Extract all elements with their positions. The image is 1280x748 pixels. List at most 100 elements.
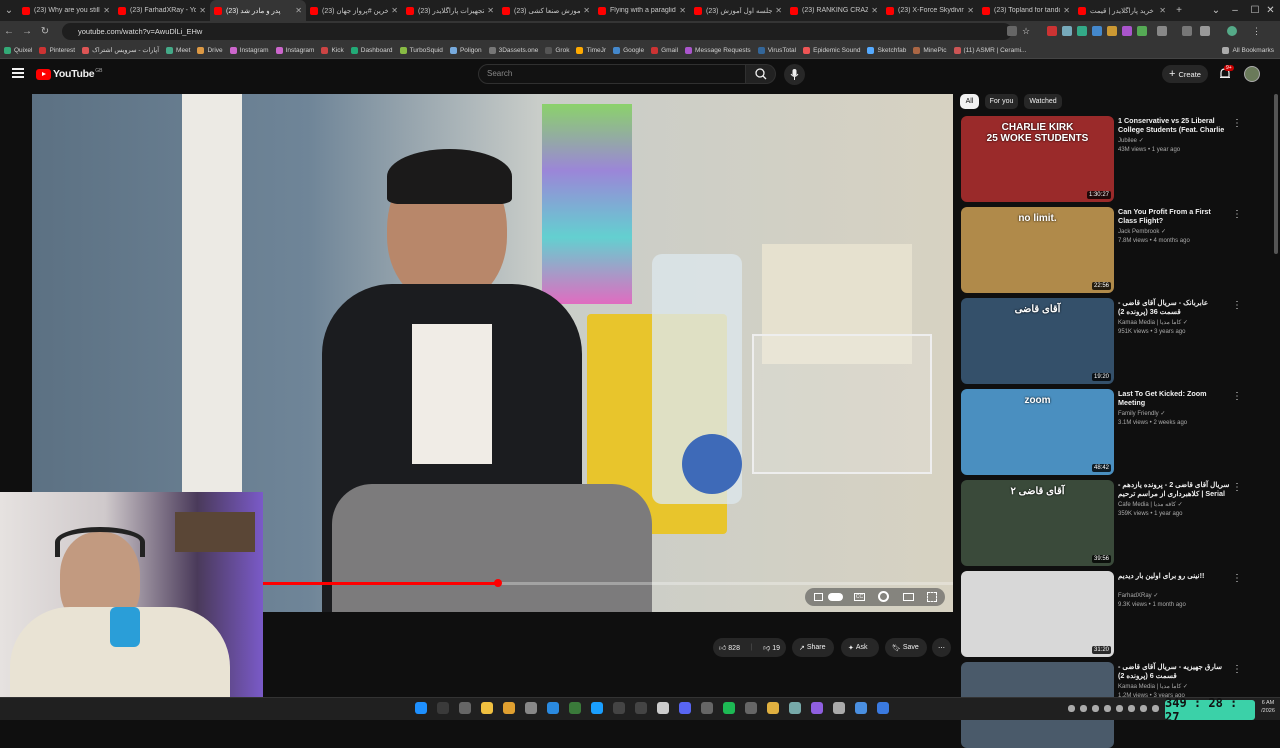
file-explorer-icon[interactable] (481, 702, 493, 714)
extension-icon[interactable] (1047, 26, 1057, 36)
more-vert-icon[interactable]: ⋮ (1232, 664, 1242, 675)
save-button[interactable]: 🔖︎ Save (885, 638, 927, 657)
sidepanel-icon[interactable] (1182, 26, 1192, 36)
browser-tab[interactable]: (23) RANKING CRAZI ✕ (786, 0, 882, 21)
autoplay-toggle[interactable] (828, 593, 843, 601)
video-thumbnail[interactable]: آقای قاضی 19:20 (961, 298, 1114, 384)
search-icon[interactable] (437, 702, 449, 714)
close-tab-icon[interactable]: ✕ (871, 6, 878, 15)
chrome-icon[interactable] (547, 702, 559, 714)
scrollbar[interactable] (1274, 94, 1278, 254)
tray-icon[interactable] (1068, 705, 1075, 712)
close-tab-icon[interactable]: ✕ (487, 6, 494, 15)
search-input[interactable]: Search (478, 64, 746, 84)
app-icon[interactable] (745, 702, 757, 714)
video-thumbnail[interactable]: آقای قاضی ۲ 39:56 (961, 480, 1114, 566)
vlc-icon[interactable] (767, 702, 779, 714)
bookmark-item[interactable]: Quixel (4, 46, 32, 54)
video-thumbnail[interactable]: no limit. 22:56 (961, 207, 1114, 293)
close-tab-icon[interactable]: ✕ (199, 6, 206, 15)
bookmark-item[interactable]: Grok (545, 46, 569, 54)
recommendation-item[interactable]: no limit. 22:56 Can You Profit From a Firs… (960, 207, 1270, 293)
recommendation-item[interactable]: آقای قاضی 19:20 عابربانک - سریال آقای قاضی… (960, 298, 1270, 384)
voice-search-button[interactable] (784, 64, 805, 85)
channel-name[interactable]: Cafe Media | کافه مدیا ✓ (1118, 501, 1238, 508)
video-title[interactable]: Last To Get Kicked: Zoom Meeting (1118, 389, 1230, 407)
extension-icon[interactable] (1092, 26, 1102, 36)
more-actions-button[interactable]: ⋯ (932, 638, 951, 657)
tray-icon[interactable] (1128, 705, 1135, 712)
close-tab-icon[interactable]: ✕ (583, 6, 590, 15)
app-icon[interactable] (811, 702, 823, 714)
bookmark-item[interactable]: Poligon (449, 46, 482, 54)
bookmark-item[interactable]: VirusTotal (757, 46, 796, 54)
recommendation-item[interactable]: 31:20 نینی رو برای اولین بار دیدیم!! Farha… (960, 571, 1270, 657)
browser-tab[interactable]: (23) X-Force Skydivin ✕ (882, 0, 978, 21)
close-tab-icon[interactable]: ✕ (391, 6, 398, 15)
bookmark-item[interactable]: Epidemic Sound (803, 46, 860, 54)
video-title[interactable]: سریال آقای قاضی 2 - پرونده یازدهم - کلاه… (1118, 480, 1230, 500)
theater-mode-icon[interactable] (903, 593, 914, 601)
bookmark-item[interactable]: Instagram (229, 46, 269, 54)
start-icon[interactable] (415, 702, 427, 714)
forward-icon[interactable]: → (18, 21, 36, 42)
app-icon[interactable] (525, 702, 537, 714)
channel-name[interactable]: FarhadXRay ✓ (1118, 592, 1238, 599)
chip-watched[interactable]: Watched (1024, 94, 1062, 109)
bookmark-item[interactable]: Pinterest (39, 46, 75, 54)
discord-icon[interactable] (679, 702, 691, 714)
task-view-icon[interactable] (459, 702, 471, 714)
channel-name[interactable]: Family Friendly ✓ (1118, 410, 1238, 417)
back-icon[interactable]: ← (0, 21, 18, 42)
tray-icon[interactable] (1152, 705, 1159, 712)
dislike-button[interactable]: 👎︎ 19 (763, 643, 780, 652)
browser-tab[interactable]: (23) آخرین #پرواز جهان ✕ (306, 0, 402, 21)
video-title[interactable]: 1 Conservative vs 25 Liberal College Stu… (1118, 116, 1230, 136)
browser-tab[interactable]: (23) FarhadXRay - You ✕ (114, 0, 210, 21)
settings-gear-icon[interactable] (878, 591, 889, 602)
url-field[interactable]: youtube.com/watch?v=AwuDlLi_EHw (62, 23, 1012, 40)
extension-icon[interactable] (1137, 26, 1147, 36)
video-title[interactable]: Can You Profit From a First Class Flight… (1118, 207, 1230, 225)
miniplayer-icon[interactable] (814, 593, 823, 601)
extensions-puzzle-icon[interactable] (1157, 26, 1167, 36)
browser-tab[interactable]: خرید پاراگلایدر | قیمت ✕ (1074, 0, 1170, 21)
app-icon[interactable] (789, 702, 801, 714)
close-tab-icon[interactable]: ✕ (775, 6, 782, 15)
close-tab-icon[interactable]: ✕ (679, 6, 686, 15)
bookmark-item[interactable]: Drive (197, 46, 223, 54)
bookmark-item[interactable]: Message Requests (685, 46, 751, 54)
reload-icon[interactable]: ↻ (36, 21, 54, 42)
extension-icon[interactable] (1077, 26, 1087, 36)
channel-name[interactable]: Jack Pembrook ✓ (1118, 228, 1238, 235)
app-icon[interactable] (877, 702, 889, 714)
video-title[interactable]: سارق جهیزیه - سریال آقای قاضی - قسمت 6 (… (1118, 662, 1230, 680)
bookmark-item[interactable]: Meet (166, 46, 190, 54)
app-icon[interactable] (569, 702, 581, 714)
video-thumbnail[interactable]: zoom 48:42 (961, 389, 1114, 475)
ask-button[interactable]: ✦ Ask (841, 638, 879, 657)
bookmark-item[interactable]: Sketchfab (867, 46, 906, 54)
like-button[interactable]: 👍︎ 828 (719, 643, 740, 652)
github-icon[interactable] (635, 702, 647, 714)
progress-scrubber[interactable] (493, 579, 502, 587)
app-icon[interactable] (591, 702, 603, 714)
settings-icon[interactable] (701, 702, 713, 714)
extension-icon[interactable] (1122, 26, 1132, 36)
chip-all[interactable]: All (960, 94, 979, 109)
bookmark-item[interactable]: Kick (321, 46, 344, 54)
more-vert-icon[interactable]: ⋮ (1232, 482, 1242, 493)
recommendation-item[interactable]: CHARLIE KIRK 25 WOKE STUDENTS 1:30:27 1 Co… (960, 116, 1270, 202)
close-tab-icon[interactable]: ✕ (1159, 6, 1166, 15)
more-vert-icon[interactable]: ⋮ (1232, 300, 1242, 311)
tray-icon[interactable] (1104, 705, 1111, 712)
tray-icon[interactable] (1116, 705, 1123, 712)
fullscreen-icon[interactable] (927, 592, 937, 602)
profile-icon[interactable] (1227, 26, 1237, 36)
channel-name[interactable]: Kamaa Media | کاما مدیا ✓ (1118, 319, 1238, 326)
bookmark-item[interactable]: Google (613, 46, 644, 54)
browser-tab[interactable]: (23) آموزش صنعا کشی ✕ (498, 0, 594, 21)
captions-icon[interactable]: CC (854, 593, 865, 601)
steam-icon[interactable] (613, 702, 625, 714)
extension-icon[interactable] (1062, 26, 1072, 36)
